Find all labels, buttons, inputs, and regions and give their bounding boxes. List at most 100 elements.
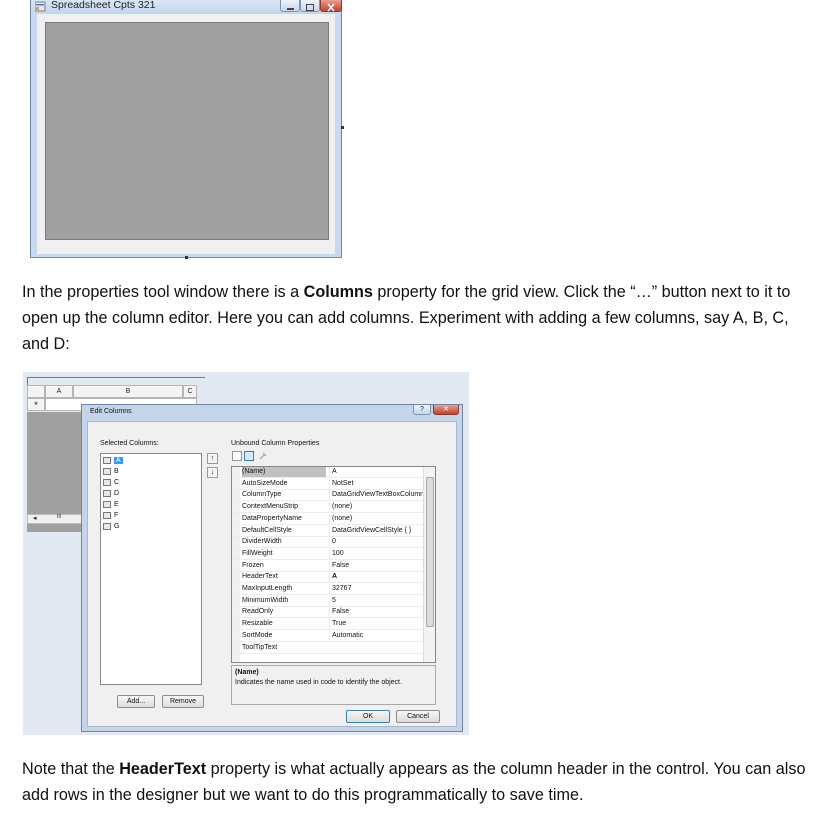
property-value[interactable]: 0 [329,537,423,548]
property-value[interactable]: (none) [329,502,423,513]
resize-handle[interactable] [341,126,344,129]
column-icon [103,467,111,475]
paragraph-text: Note that the [22,760,120,778]
list-item[interactable]: F [103,511,199,521]
form-titlebar: Spreadsheet Cpts 321 [31,0,342,14]
list-item[interactable]: G [103,522,199,532]
property-name: ToolTipText [242,643,278,651]
property-name: SortMode [242,631,273,639]
property-value[interactable]: Automatic [329,630,423,641]
property-row[interactable]: ToolTipText [232,643,423,654]
column-icon [103,456,111,464]
scroll-thumb-grip[interactable]: III [57,514,61,520]
property-row[interactable]: DividerWidth 0 [232,537,423,549]
property-row[interactable]: ContextMenuStrip (none) [232,502,423,514]
property-value[interactable]: 100 [329,548,423,559]
close-button[interactable] [320,0,342,12]
minimize-icon [287,8,294,10]
dialog-close-button[interactable]: ✕ [433,405,459,415]
property-scrollbar[interactable] [423,467,435,662]
help-button[interactable]: ? [413,405,431,415]
property-value[interactable]: A [329,572,423,583]
app-icon [35,1,46,12]
property-name: MaxInputLength [242,585,293,592]
note-paragraph: Note that the HeaderText property is wha… [22,756,812,808]
property-value[interactable]: DataGridViewCellStyle { } [329,525,423,536]
property-pages-icon[interactable] [258,451,268,461]
resize-handle[interactable] [185,256,188,259]
list-item[interactable]: B [103,467,199,477]
column-icon [103,511,111,519]
help-icon: ? [420,406,424,413]
move-down-button[interactable]: ↓ [207,467,218,478]
list-item[interactable]: D [103,489,199,499]
property-row[interactable]: DataPropertyName (none) [232,513,423,525]
scroll-left-icon[interactable]: ◂ [33,514,37,522]
property-name: MinimumWidth [242,596,289,604]
datagridview[interactable] [45,22,329,240]
property-value[interactable]: (none) [329,513,423,524]
property-row[interactable]: MinimumWidth 5 [232,595,423,607]
maximize-button[interactable] [300,0,320,12]
property-value[interactable]: 5 [329,595,423,606]
column-icon [103,489,111,497]
selected-columns-list[interactable]: A B C D E F G [100,453,202,685]
edit-columns-dialog: Edit Columns ? ✕ Selected Columns: A B C… [81,404,463,732]
property-toolbar [232,451,272,463]
dialog-body: Selected Columns: A B C D E F G ↑ ↓ Add.… [87,421,457,727]
property-row[interactable]: HeaderText A [232,572,423,584]
close-icon: ✕ [443,406,449,413]
property-row[interactable]: AutoSizeMode NotSet [232,478,423,490]
property-value[interactable]: True [329,619,423,630]
property-name: DataPropertyName [242,514,302,522]
property-value[interactable]: NotSet [329,478,423,489]
instruction-paragraph: In the properties tool window there is a… [22,279,812,357]
move-up-button[interactable]: ↑ [207,453,218,464]
categorized-icon[interactable] [232,451,242,461]
property-value[interactable]: False [329,607,423,618]
column-icon [103,522,111,530]
property-value[interactable]: DataGridViewTextBoxColumn [329,490,423,501]
property-grid[interactable]: (Name) A AutoSizeMode NotSet ColumnType DataG… [231,466,436,663]
list-item[interactable]: E [103,500,199,510]
list-item[interactable]: A [103,456,199,466]
paragraph-text: In the properties tool window there is a [22,283,304,301]
description-title: (Name) [235,669,259,676]
remove-button[interactable]: Remove [162,695,204,708]
form-screenshot: Spreadsheet Cpts 321 [30,0,344,259]
property-value[interactable]: 32767 [329,584,423,594]
list-item[interactable]: C [103,478,199,488]
cancel-button[interactable]: Cancel [396,710,440,723]
property-name: AutoSizeMode [242,479,288,487]
column-header: C [183,385,197,398]
selected-columns-label: Selected Columns: [100,440,159,447]
property-row[interactable]: MaxInputLength 32767 [232,584,423,595]
property-value[interactable]: A [329,467,423,477]
property-row[interactable]: ColumnType DataGridViewTextBoxColumn [232,490,423,502]
property-row[interactable]: ReadOnly False [232,607,423,619]
description-pane: (Name) Indicates the name used in code t… [231,665,436,705]
property-name: (Name) [242,467,326,477]
properties-label: Unbound Column Properties [231,440,320,447]
dialog-title: Edit Columns [90,408,132,415]
ok-button[interactable]: OK [346,710,390,723]
property-row[interactable]: SortMode Automatic [232,630,423,642]
edit-columns-screenshot: A B C * ◂ III Edit Columns ? ✕ Selected … [23,372,469,735]
property-row[interactable]: DefaultCellStyle DataGridViewCellStyle { … [232,525,423,537]
property-row[interactable]: Frozen False [232,560,423,572]
headertext-keyword: HeaderText [119,760,207,778]
property-name: ReadOnly [242,608,274,616]
minimize-button[interactable] [280,0,300,12]
property-name: Frozen [242,561,264,569]
property-name: ColumnType [242,491,282,499]
columns-keyword: Columns [303,283,373,301]
property-row[interactable]: (Name) A [232,467,423,478]
property-row[interactable]: Resizable True [232,619,423,631]
property-name: Resizable [242,620,273,628]
property-row[interactable]: FillWeight 100 [232,548,423,560]
scroll-thumb[interactable] [426,477,434,627]
add-button[interactable]: Add... [117,695,155,708]
alphabetical-icon[interactable] [244,451,254,461]
property-value[interactable]: False [329,560,423,571]
form-title: Spreadsheet Cpts 321 [51,0,156,11]
